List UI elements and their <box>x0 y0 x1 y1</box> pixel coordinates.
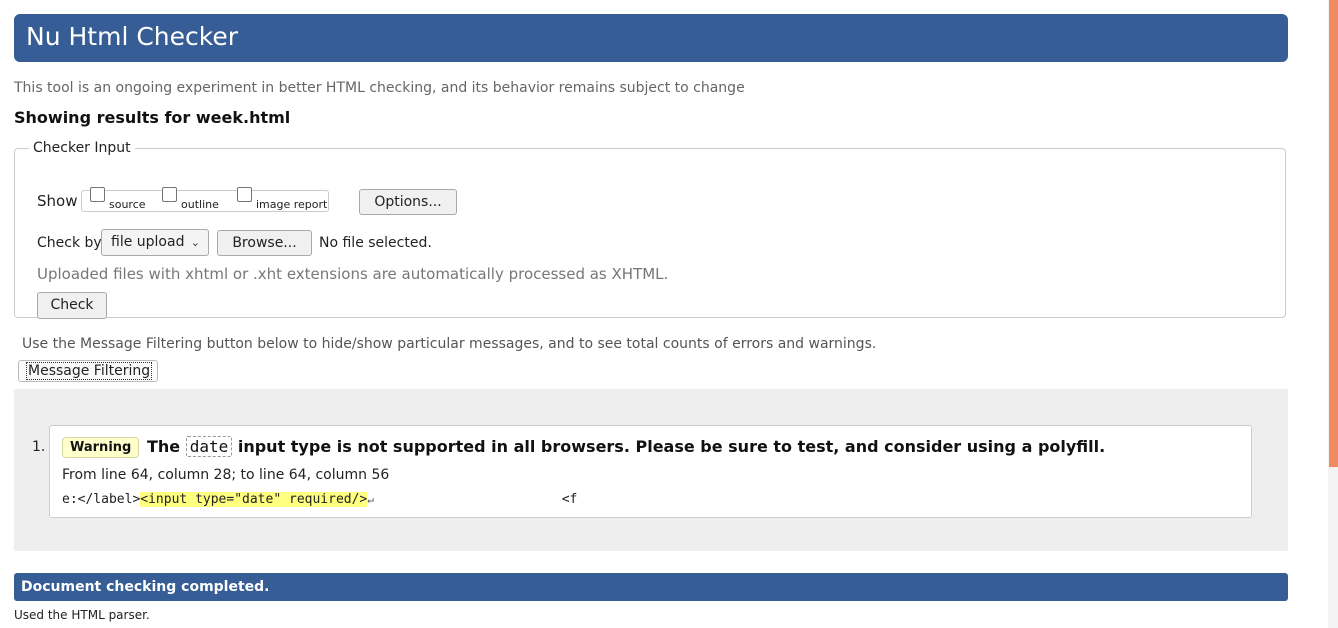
completion-text: Document checking completed. <box>21 579 270 595</box>
warning-badge: Warning <box>62 437 140 458</box>
message-filtering-button[interactable]: Message Filtering <box>18 360 158 382</box>
message-text: The date input type is not supported in … <box>147 436 1106 457</box>
message-number: 1. <box>32 439 46 455</box>
check-by-select[interactable]: file upload ⌄ <box>101 229 209 256</box>
message-location[interactable]: From line 64, column 28; to line 64, col… <box>62 467 389 483</box>
message-filtering-label: Message Filtering <box>25 362 153 380</box>
page-title: Nu Html Checker <box>26 22 239 51</box>
message-text-before: The <box>147 437 181 456</box>
results-panel: 1. Warning The date input type is not su… <box>14 389 1288 551</box>
scrollbar-thumb[interactable] <box>1329 0 1338 467</box>
page-header: Nu Html Checker <box>14 14 1288 62</box>
line-feed-icon: ↵ <box>367 493 374 506</box>
message-extract: e:</label><input type="date" required/>↵… <box>62 492 577 507</box>
file-status: No file selected. <box>319 235 432 251</box>
parser-note: Used the HTML parser. <box>14 608 150 622</box>
message-item: Warning The date input type is not suppo… <box>49 425 1252 518</box>
extract-highlight: <input type="date" required/> <box>140 492 368 507</box>
check-by-value: file upload <box>111 234 185 250</box>
options-button[interactable]: Options... <box>359 189 457 215</box>
message-code: date <box>185 436 233 457</box>
image-report-checkbox[interactable] <box>237 187 252 202</box>
source-checkbox[interactable] <box>90 187 105 202</box>
checker-input-legend: Checker Input <box>33 140 131 156</box>
source-checkbox-label[interactable]: source <box>109 198 146 211</box>
chevron-down-icon: ⌄ <box>190 236 200 249</box>
results-heading: Showing results for week.html <box>14 108 291 127</box>
extract-after: <f <box>373 492 578 507</box>
filter-note: Use the Message Filtering button below t… <box>22 336 877 352</box>
outline-checkbox[interactable] <box>162 187 177 202</box>
check-button[interactable]: Check <box>37 292 107 319</box>
completion-bar: Document checking completed. <box>14 573 1288 601</box>
extract-before: e:</label> <box>62 492 141 507</box>
image-report-checkbox-label[interactable]: image report <box>256 198 327 211</box>
outline-checkbox-label[interactable]: outline <box>181 198 219 211</box>
message-text-after: input type is not supported in all brows… <box>237 437 1106 456</box>
xhtml-note: Uploaded files with xhtml or .xht extens… <box>37 265 669 283</box>
checker-input-fieldset: Checker Input Show source outline image … <box>14 140 1286 319</box>
show-options-group: source outline image report <box>81 187 329 212</box>
check-by-label: Check by <box>37 235 102 251</box>
browse-button[interactable]: Browse... <box>217 230 312 256</box>
show-label: Show <box>37 192 78 210</box>
intro-text: This tool is an ongoing experiment in be… <box>14 80 745 96</box>
